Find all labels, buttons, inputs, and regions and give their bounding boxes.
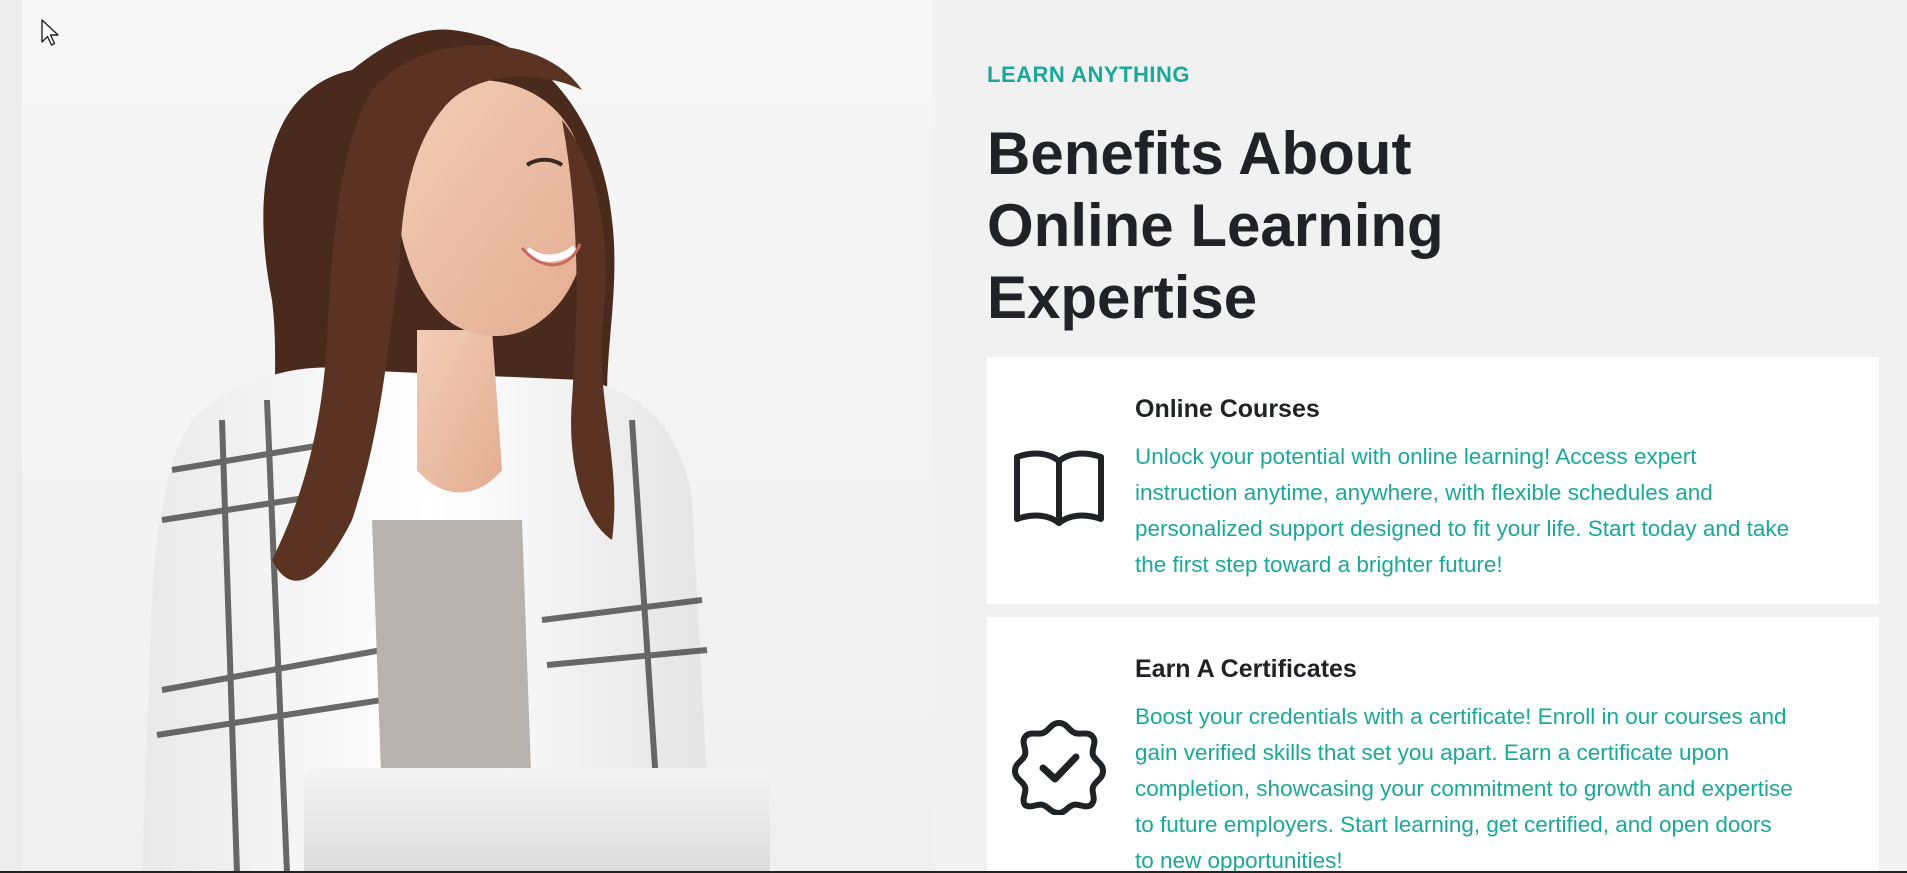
woman-with-laptop-illustration	[142, 29, 770, 873]
benefits-section: LEARN ANYTHING Benefits About Online Lea…	[987, 0, 1887, 873]
benefit-card-certificates: Earn A Certificates Boost your credentia…	[987, 617, 1879, 873]
section-heading: Benefits About Online Learning Expertise	[987, 120, 1444, 331]
open-book-icon	[1014, 450, 1104, 526]
hero-photo	[22, 0, 932, 873]
card-title: Online Courses	[1135, 395, 1320, 423]
certificate-badge-check-icon	[1012, 720, 1106, 815]
left-margin	[0, 0, 22, 873]
mouse-pointer-icon	[41, 19, 59, 46]
benefit-card-online-courses: Online Courses Unlock your potential wit…	[987, 357, 1879, 604]
card-description: Boost your credentials with a certificat…	[1135, 704, 1793, 873]
card-title: Earn A Certificates	[1135, 655, 1357, 683]
page: LEARN ANYTHING Benefits About Online Lea…	[0, 0, 1907, 873]
card-description: Unlock your potential with online learni…	[1135, 444, 1790, 577]
section-eyebrow: LEARN ANYTHING	[987, 62, 1190, 87]
